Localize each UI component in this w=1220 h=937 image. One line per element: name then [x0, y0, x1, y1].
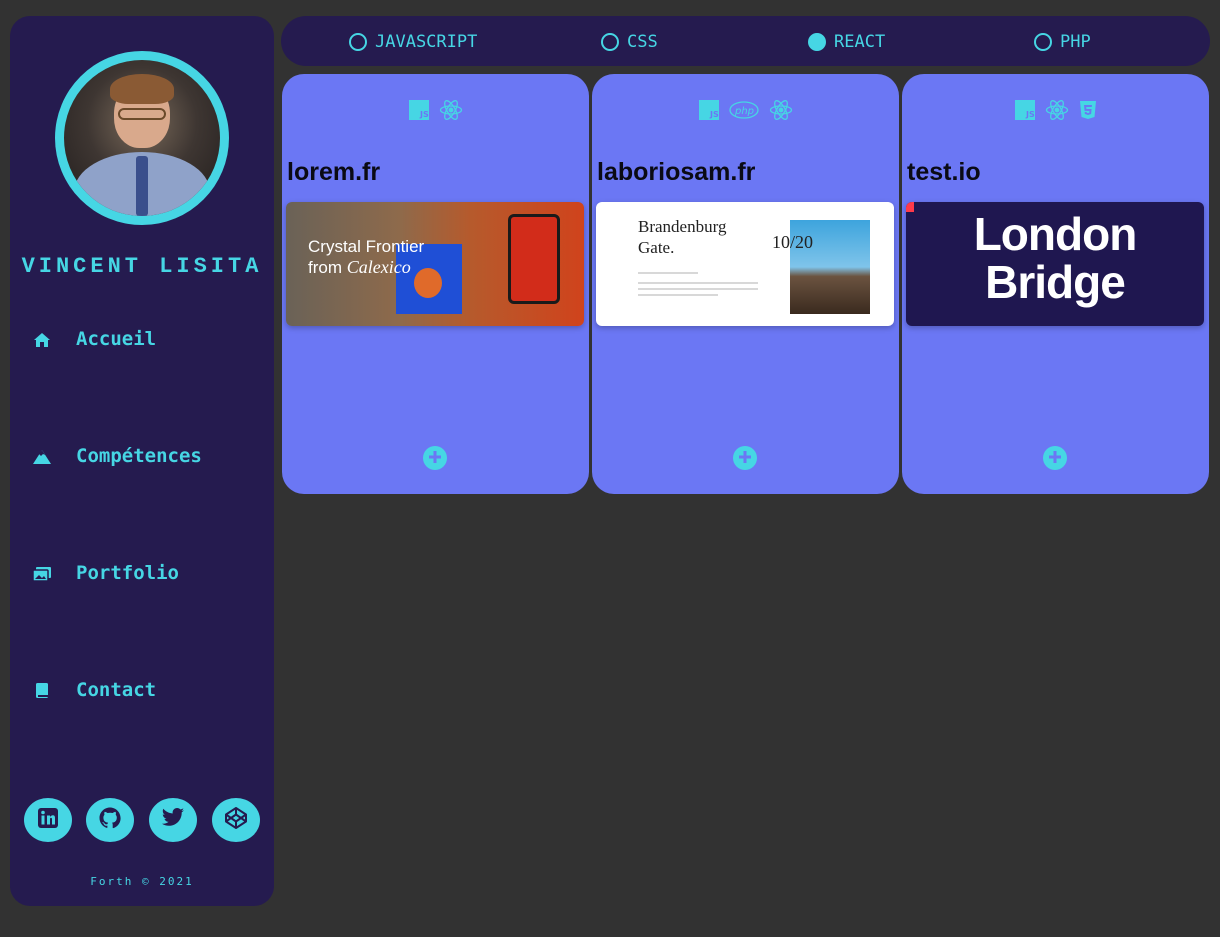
images-icon [32, 564, 52, 584]
social-links [24, 798, 264, 844]
plus-button[interactable] [733, 446, 757, 470]
screenshot-text: 10/20 [772, 232, 814, 252]
screenshot-text: London [973, 208, 1138, 260]
plus-button[interactable] [1043, 446, 1067, 470]
footer-copyright: Forth © 2021 [90, 875, 194, 888]
plus-icon [1048, 449, 1062, 468]
twitter-icon [161, 807, 185, 833]
mountain-icon [32, 447, 52, 467]
react-icon [1045, 99, 1069, 121]
nav-item-portfolio[interactable]: Portfolio [10, 554, 274, 594]
profile-photo [64, 60, 220, 216]
project-screenshot[interactable]: Brandenburg Gate. 10/20 [596, 202, 894, 326]
project-card: JS test.io London Bridge [902, 74, 1209, 494]
radio-button[interactable] [601, 33, 619, 51]
linkedin-icon [37, 807, 59, 833]
svg-text:JS: JS [419, 110, 429, 119]
project-title: test.io [907, 158, 981, 186]
react-icon [439, 99, 463, 121]
filter-label: REACT [834, 32, 886, 52]
nav-label: Accueil [76, 328, 157, 350]
nav-label: Portfolio [76, 562, 179, 584]
github-button[interactable] [86, 798, 134, 842]
filter-label: PHP [1060, 32, 1091, 52]
codepen-icon [224, 806, 248, 834]
project-card: JS php laboriosam.fr Brandenburg Gate. 1… [592, 74, 899, 494]
book-icon [32, 681, 52, 701]
radio-button-checked[interactable] [808, 33, 826, 51]
filter-javascript[interactable]: JAVASCRIPT [349, 31, 477, 53]
filter-label: JAVASCRIPT [375, 32, 478, 52]
svg-text:JS: JS [1025, 110, 1035, 119]
plus-icon [738, 449, 752, 468]
home-icon [32, 330, 52, 350]
project-title: lorem.fr [287, 158, 381, 186]
project-screenshot[interactable]: London Bridge [906, 202, 1204, 326]
screenshot-text: Crystal Frontier [308, 237, 425, 256]
js-icon: JS [408, 100, 429, 120]
php-icon: php [728, 101, 759, 119]
radio-button[interactable] [1034, 33, 1052, 51]
twitter-button[interactable] [149, 798, 197, 842]
linkedin-button[interactable] [24, 798, 72, 842]
plus-icon [428, 449, 442, 468]
nav-item-contact[interactable]: Contact [10, 671, 274, 711]
screenshot-text: Bridge [985, 256, 1126, 308]
screenshot-text: Brandenburg Gate. [638, 217, 727, 257]
nav-label: Contact [76, 679, 157, 701]
css3-icon [1079, 100, 1097, 120]
plus-button[interactable] [423, 446, 447, 470]
project-card: JS lorem.fr Crystal Frontier from Calexi… [282, 74, 589, 494]
svg-text:JS: JS [709, 110, 719, 119]
screenshot-text: from [308, 258, 347, 277]
js-icon: JS [698, 100, 719, 120]
nav-item-competences[interactable]: Compétences [10, 437, 274, 477]
radio-button[interactable] [349, 33, 367, 51]
project-title: laboriosam.fr [597, 158, 756, 186]
codepen-button[interactable] [212, 798, 260, 842]
react-icon [769, 99, 793, 121]
sidebar: VINCENT LISITA Accueil Compétences Portf… [10, 16, 274, 906]
filter-php[interactable]: PHP [1034, 31, 1091, 53]
svg-text:php: php [734, 106, 754, 117]
nav-label: Compétences [76, 445, 202, 467]
nav-item-accueil[interactable]: Accueil [10, 320, 274, 360]
github-icon [98, 806, 122, 834]
tech-stack: JS php [592, 99, 899, 121]
filter-css[interactable]: CSS [601, 31, 658, 53]
project-screenshot[interactable]: Crystal Frontier from Calexico [286, 202, 584, 326]
filter-bar: JAVASCRIPT CSS REACT PHP [281, 16, 1210, 66]
js-icon: JS [1014, 100, 1035, 120]
profile-name: VINCENT LISITA [21, 254, 263, 279]
tech-stack: JS [902, 99, 1209, 121]
filter-react[interactable]: REACT [808, 31, 885, 53]
filter-label: CSS [627, 32, 658, 52]
avatar [55, 51, 229, 225]
screenshot-text: Calexico [346, 257, 411, 277]
tech-stack: JS [282, 99, 589, 121]
